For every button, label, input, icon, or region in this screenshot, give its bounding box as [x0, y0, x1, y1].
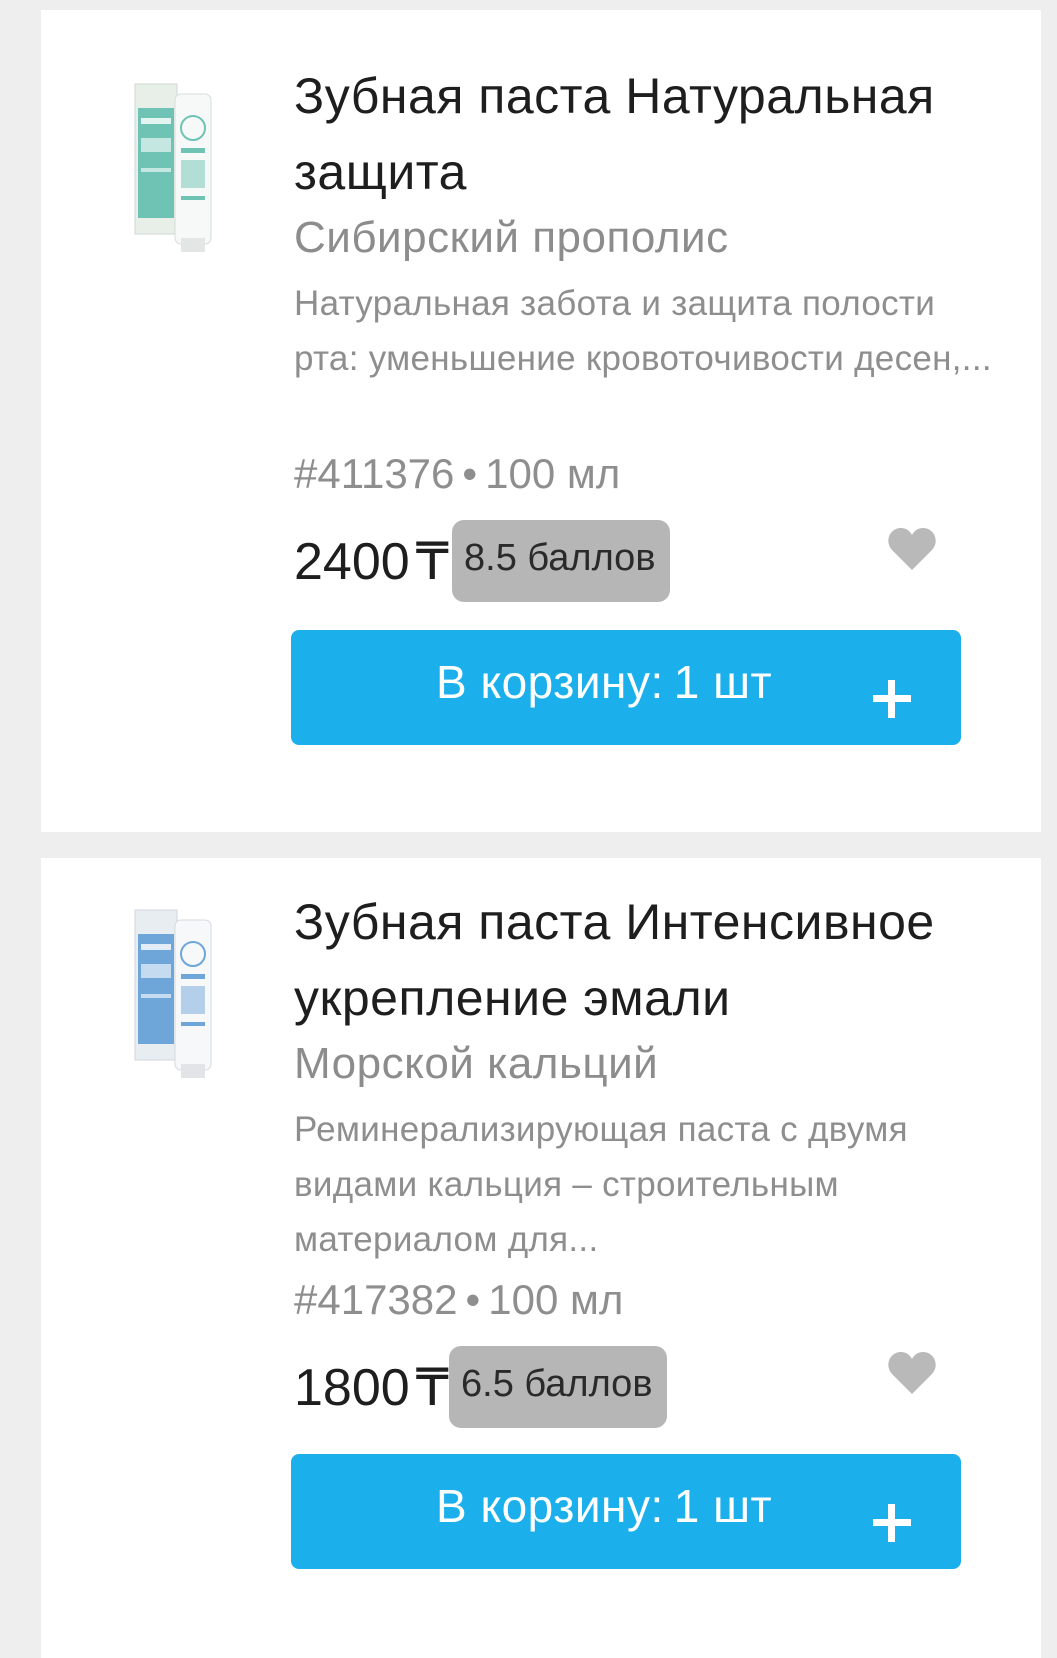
- product-volume: 100 мл: [488, 1276, 624, 1323]
- product-description: Реминерализирующая паста с двумя видами …: [294, 1110, 908, 1259]
- product-price: 2400 ₸: [294, 530, 449, 594]
- heart-icon[interactable]: [887, 1350, 937, 1396]
- product-meta: #417382 • 100 мл: [294, 1272, 623, 1328]
- product-subtitle: Сибирский прополис: [294, 213, 729, 262]
- meta-separator: •: [462, 450, 478, 497]
- product-title[interactable]: Зубная паста Натуральная защита: [294, 58, 1014, 210]
- product-description: Натуральная забота и защита полости рта:…: [294, 284, 992, 378]
- cart-button-label: В корзину: 1 шт: [436, 1474, 772, 1538]
- product-meta: #411376 • 100 мл: [294, 446, 620, 502]
- product-image[interactable]: [133, 78, 223, 258]
- product-card: Зубная паста Интенсивное укрепление эмал…: [41, 858, 1041, 1658]
- product-card: Зубная паста Натуральная защита Сибирски…: [41, 10, 1041, 832]
- price-value: 2400: [294, 533, 410, 591]
- cart-count: 1 шт: [673, 1480, 773, 1532]
- cart-label-text: В корзину:: [436, 1480, 664, 1532]
- product-price: 1800 ₸: [294, 1356, 449, 1420]
- plus-icon[interactable]: [871, 678, 913, 720]
- points-badge: 8.5 баллов: [452, 520, 670, 602]
- plus-icon[interactable]: [871, 1502, 913, 1544]
- cart-label-text: В корзину:: [436, 656, 664, 708]
- add-to-cart-button[interactable]: В корзину: 1 шт: [291, 630, 961, 745]
- cart-count: 1 шт: [673, 656, 773, 708]
- product-volume: 100 мл: [485, 450, 621, 497]
- price-value: 1800: [294, 1359, 410, 1417]
- product-title[interactable]: Зубная паста Интенсивное укрепление эмал…: [294, 884, 1014, 1036]
- currency-symbol: ₸: [415, 533, 449, 591]
- product-sku: #411376: [294, 450, 455, 497]
- meta-separator: •: [465, 1276, 481, 1323]
- heart-icon[interactable]: [887, 526, 937, 572]
- cart-button-label: В корзину: 1 шт: [436, 650, 772, 714]
- product-sku: #417382: [294, 1276, 458, 1323]
- product-subtitle: Морской кальций: [294, 1039, 659, 1088]
- currency-symbol: ₸: [415, 1359, 449, 1417]
- points-badge: 6.5 баллов: [449, 1346, 667, 1428]
- add-to-cart-button[interactable]: В корзину: 1 шт: [291, 1454, 961, 1569]
- product-image[interactable]: [133, 904, 223, 1084]
